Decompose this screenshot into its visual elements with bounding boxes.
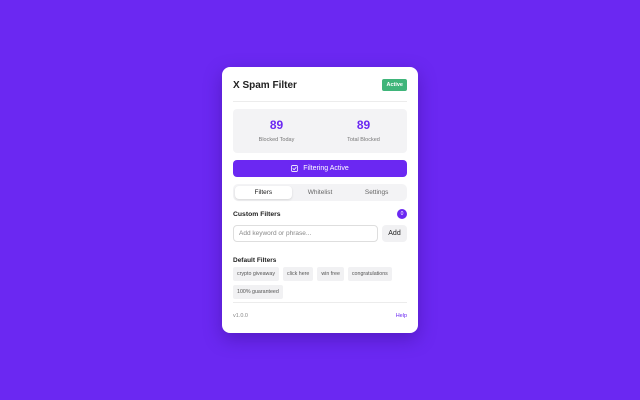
filter-chip: crypto giveaway [233,267,279,281]
popup-footer: v1.0.0 Help [233,302,407,323]
filter-chip: congratulations [347,267,392,281]
status-badge: Active [382,79,407,91]
popup-header: X Spam Filter Active [233,69,407,102]
total-blocked-value: 89 [356,118,371,132]
blocked-today-value: 89 [269,118,284,132]
filter-chip: 100% guaranteed [233,285,283,299]
filtering-toggle-label: Filtering Active [303,165,349,172]
stat-blocked-today: 89 Blocked Today [233,109,320,153]
app-title: X Spam Filter [233,79,297,91]
tab-bar: Filters Whitelist Settings [233,184,407,201]
total-blocked-label: Total Blocked [347,137,380,143]
default-filters-list: crypto giveaway click here win free cong… [233,267,407,299]
filter-chip: click here [282,267,314,281]
custom-filters-count: 0 [397,209,407,219]
filtering-toggle-button[interactable]: Filtering Active [233,160,407,177]
filter-chip: win free [317,267,344,281]
add-filter-row: Add [233,225,407,242]
default-filters-title: Default Filters [233,257,277,264]
spam-filter-popup: X Spam Filter Active 89 Blocked Today 89… [222,67,418,333]
stat-total-blocked: 89 Total Blocked [320,109,407,153]
stats-panel: 89 Blocked Today 89 Total Blocked [233,109,407,153]
custom-filters-header: Custom Filters 0 [233,209,407,219]
version-label: v1.0.0 [233,313,248,319]
custom-filters-title: Custom Filters [233,210,281,218]
blocked-today-label: Blocked Today [258,137,295,143]
keyword-input[interactable] [233,225,378,242]
add-filter-button[interactable]: Add [382,225,407,242]
tab-whitelist[interactable]: Whitelist [292,186,349,199]
tab-settings[interactable]: Settings [348,186,405,199]
help-link[interactable]: Help [396,313,407,319]
checkbox-icon [291,165,299,172]
tab-filters[interactable]: Filters [235,186,292,199]
